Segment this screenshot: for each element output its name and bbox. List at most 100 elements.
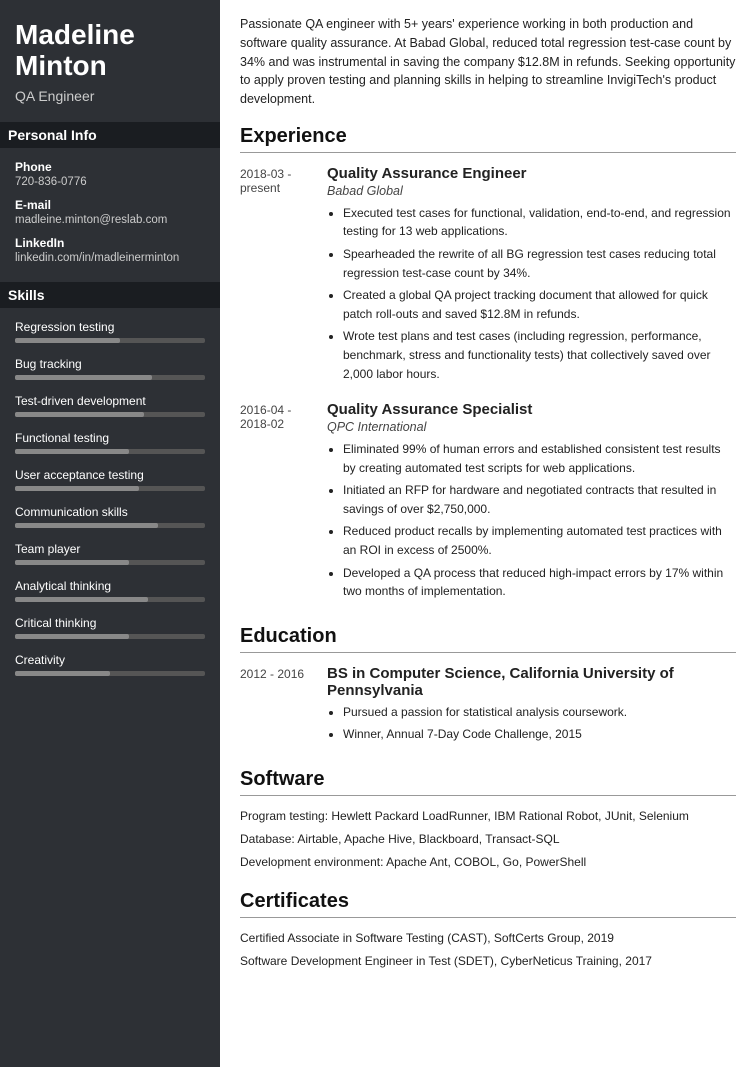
skill-name: Regression testing (15, 320, 205, 334)
job-date: 2018-03 - present (240, 165, 315, 387)
job-bullets: Eliminated 99% of human errors and estab… (327, 440, 736, 601)
skill-item: Analytical thinking (15, 579, 205, 602)
skill-name: Bug tracking (15, 357, 205, 371)
skill-name: Test-driven development (15, 394, 205, 408)
bullet-item: Reduced product recalls by implementing … (343, 522, 736, 559)
edu-degree: BS in Computer Science, California Unive… (327, 665, 736, 699)
cert-item: Certified Associate in Software Testing … (240, 930, 736, 947)
job-details: Quality Assurance Engineer Babad Global … (327, 165, 736, 387)
software-line: Database: Airtable, Apache Hive, Blackbo… (240, 831, 736, 848)
skill-bar-fill (15, 412, 144, 417)
email-label: E-mail (15, 198, 205, 212)
summary-text: Passionate QA engineer with 5+ years' ex… (240, 15, 736, 109)
certs-container: Certified Associate in Software Testing … (240, 930, 736, 970)
jobs-container: 2018-03 - present Quality Assurance Engi… (240, 165, 736, 605)
job-row: 2018-03 - present Quality Assurance Engi… (240, 165, 736, 387)
skill-item: Critical thinking (15, 616, 205, 639)
skill-item: Functional testing (15, 431, 205, 454)
education-section: Education 2012 - 2016 BS in Computer Sci… (240, 625, 736, 748)
bullet-item: Executed test cases for functional, vali… (343, 204, 736, 241)
skill-item: Team player (15, 542, 205, 565)
edu-row: 2012 - 2016 BS in Computer Science, Cali… (240, 665, 736, 748)
skill-bar-fill (15, 523, 158, 528)
edu-details: BS in Computer Science, California Unive… (327, 665, 736, 748)
skill-bar-background (15, 412, 205, 417)
skill-bar-background (15, 597, 205, 602)
sidebar: Madeline Minton QA Engineer Personal Inf… (0, 0, 220, 1067)
software-line: Program testing: Hewlett Packard LoadRun… (240, 808, 736, 825)
edu-date: 2012 - 2016 (240, 665, 315, 748)
bullet-item: Spearheaded the rewrite of all BG regres… (343, 245, 736, 282)
job-date: 2016-04 - 2018-02 (240, 401, 315, 605)
skill-item: Regression testing (15, 320, 205, 343)
last-name: Minton (15, 50, 107, 81)
linkedin-label: LinkedIn (15, 236, 205, 250)
skill-bar-fill (15, 597, 148, 602)
skill-name: Communication skills (15, 505, 205, 519)
skill-name: User acceptance testing (15, 468, 205, 482)
skill-item: Bug tracking (15, 357, 205, 380)
certs-title: Certificates (240, 890, 736, 918)
skill-item: User acceptance testing (15, 468, 205, 491)
email-value: madleine.minton@reslab.com (15, 214, 205, 226)
experience-title: Experience (240, 125, 736, 153)
software-section: Software Program testing: Hewlett Packar… (240, 768, 736, 870)
skill-name: Functional testing (15, 431, 205, 445)
skill-bar-background (15, 486, 205, 491)
skill-bar-fill (15, 486, 139, 491)
skill-bar-fill (15, 634, 129, 639)
phone-value: 720-836-0776 (15, 176, 205, 188)
software-container: Program testing: Hewlett Packard LoadRun… (240, 808, 736, 870)
skill-name: Team player (15, 542, 205, 556)
linkedin-value: linkedin.com/in/madleinerminton (15, 252, 205, 264)
job-row: 2016-04 - 2018-02 Quality Assurance Spec… (240, 401, 736, 605)
phone-label: Phone (15, 160, 205, 174)
bullet-item: Pursued a passion for statistical analys… (343, 703, 736, 722)
bullet-item: Eliminated 99% of human errors and estab… (343, 440, 736, 477)
first-name: Madeline (15, 19, 135, 50)
skill-item: Creativity (15, 653, 205, 676)
bullet-item: Initiated an RFP for hardware and negoti… (343, 481, 736, 518)
software-line: Development environment: Apache Ant, COB… (240, 854, 736, 871)
bullet-item: Winner, Annual 7-Day Code Challenge, 201… (343, 725, 736, 744)
skill-bar-fill (15, 449, 129, 454)
skill-bar-background (15, 449, 205, 454)
skill-item: Test-driven development (15, 394, 205, 417)
personal-info-block: Phone 720-836-0776 E-mail madleine.minto… (15, 160, 205, 264)
skill-bar-fill (15, 560, 129, 565)
cert-item: Software Development Engineer in Test (S… (240, 953, 736, 970)
education-title: Education (240, 625, 736, 653)
skill-name: Critical thinking (15, 616, 205, 630)
skill-bar-fill (15, 375, 152, 380)
main-content: Passionate QA engineer with 5+ years' ex… (220, 0, 756, 1067)
skills-header: Skills (0, 282, 220, 308)
skill-item: Communication skills (15, 505, 205, 528)
skill-bar-background (15, 523, 205, 528)
bullet-item: Wrote test plans and test cases (includi… (343, 327, 736, 383)
edu-bullets: Pursued a passion for statistical analys… (327, 703, 736, 744)
skill-name: Creativity (15, 653, 205, 667)
skills-section: Regression testing Bug tracking Test-dri… (15, 320, 205, 676)
skill-bar-background (15, 560, 205, 565)
skill-bar-background (15, 634, 205, 639)
skill-name: Analytical thinking (15, 579, 205, 593)
experience-section: Experience 2018-03 - present Quality Ass… (240, 125, 736, 605)
candidate-title: QA Engineer (15, 88, 205, 104)
software-title: Software (240, 768, 736, 796)
job-details: Quality Assurance Specialist QPC Interna… (327, 401, 736, 605)
skill-bar-background (15, 671, 205, 676)
job-company: QPC International (327, 420, 736, 434)
certs-section: Certificates Certified Associate in Soft… (240, 890, 736, 970)
bullet-item: Developed a QA process that reduced high… (343, 564, 736, 601)
skill-bar-background (15, 338, 205, 343)
bullet-item: Created a global QA project tracking doc… (343, 286, 736, 323)
candidate-name: Madeline Minton (15, 20, 205, 82)
edu-container: 2012 - 2016 BS in Computer Science, Cali… (240, 665, 736, 748)
job-bullets: Executed test cases for functional, vali… (327, 204, 736, 383)
personal-info-header: Personal Info (0, 122, 220, 148)
job-title: Quality Assurance Specialist (327, 401, 736, 418)
skill-bar-fill (15, 671, 110, 676)
job-company: Babad Global (327, 184, 736, 198)
skill-bar-fill (15, 338, 120, 343)
skill-bar-background (15, 375, 205, 380)
